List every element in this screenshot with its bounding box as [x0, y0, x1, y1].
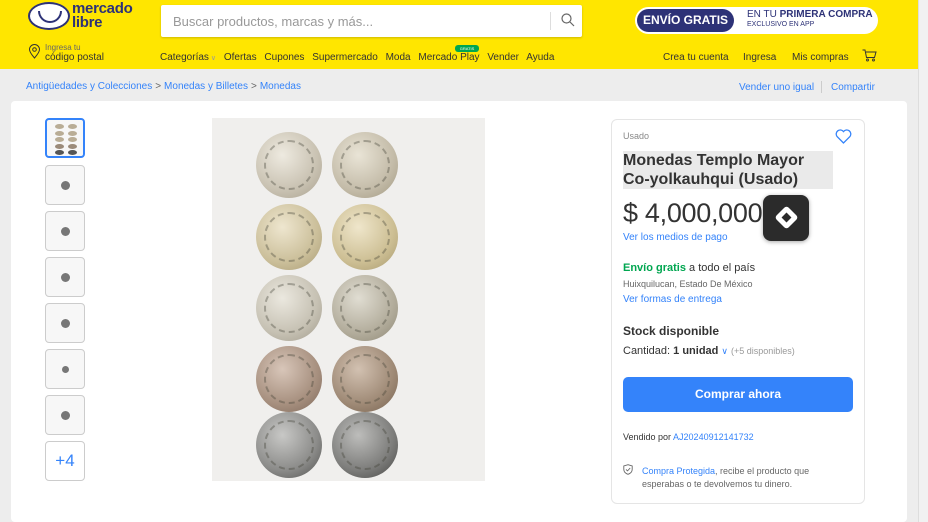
purchase-protection: Compra Protegida, recibe el producto que…	[642, 465, 842, 491]
buy-now-button[interactable]: Comprar ahora	[623, 377, 853, 412]
main-nav: Categorías ∨ Ofertas Cupones Supermercado…	[160, 52, 559, 66]
thumbnail-3[interactable]	[45, 211, 85, 251]
cart-icon[interactable]	[862, 49, 877, 62]
seller-link[interactable]: AJ20240912141732	[673, 432, 754, 442]
thumbnail-4[interactable]	[45, 257, 85, 297]
overlay-widget-icon[interactable]	[763, 195, 809, 241]
breadcrumb-item[interactable]: Monedas	[260, 81, 301, 92]
chevron-down-icon: ∨	[721, 346, 728, 356]
chevron-right-icon: >	[250, 81, 257, 92]
more-images-button[interactable]: +4	[45, 441, 85, 481]
coin-image	[256, 204, 322, 270]
shipping-scope: a todo el país	[685, 262, 756, 274]
promo-line1-prefix: EN TU	[747, 9, 780, 20]
coin-image	[332, 412, 398, 478]
heart-icon[interactable]	[835, 129, 852, 144]
coin-image	[332, 346, 398, 412]
shield-icon	[623, 464, 633, 475]
mercadolibre-logo[interactable]: mercado libre	[28, 1, 138, 36]
nav-ayuda[interactable]: Ayuda	[526, 52, 554, 63]
share-link[interactable]: Compartir	[831, 82, 875, 93]
nav-moda[interactable]: Moda	[386, 52, 411, 63]
thumbnail-1[interactable]	[45, 118, 85, 158]
search-box	[161, 5, 582, 37]
seller-info: Vendido por AJ20240912141732	[623, 432, 754, 442]
nav-mercado-play[interactable]: Mercado Play	[418, 52, 479, 63]
shipping-location: Huixquilucan, Estado De México	[623, 279, 753, 289]
coin-image	[256, 275, 322, 341]
shipping-info: Envío gratis a todo el país	[623, 262, 755, 274]
quantity-label: Cantidad:	[623, 345, 674, 357]
sell-similar-link[interactable]: Vender uno igual	[739, 82, 814, 93]
product-price: $ 4,000,000	[623, 198, 763, 228]
nav-vender[interactable]: Vender	[487, 52, 519, 63]
free-shipping-label: Envío gratis	[623, 262, 686, 274]
promo-free-shipping: ENVÍO GRATIS	[637, 9, 734, 32]
promo-line2: EXCLUSIVO EN APP	[747, 21, 815, 28]
thumbnail-5[interactable]	[45, 303, 85, 343]
promo-line1-bold: PRIMERA COMPRA	[779, 9, 873, 20]
payment-methods-link[interactable]: Ver los medios de pago	[623, 232, 728, 243]
gratis-badge: GRATIS	[455, 45, 479, 52]
thumbnail-2[interactable]	[45, 165, 85, 205]
coin-image	[256, 412, 322, 478]
create-account-link[interactable]: Crea tu cuenta	[663, 52, 729, 63]
quantity-value: 1 unidad	[673, 345, 719, 357]
product-title: Monedas Templo Mayor Co-yolkauhqui (Usad…	[623, 151, 833, 189]
thumbnail-6[interactable]	[45, 349, 85, 389]
coin-image	[332, 275, 398, 341]
stock-label: Stock disponible	[623, 324, 720, 338]
delivery-options-link[interactable]: Ver formas de entrega	[623, 294, 722, 305]
available-count: (+5 disponibles)	[730, 346, 795, 356]
chevron-right-icon: >	[155, 81, 162, 92]
protected-purchase-link[interactable]: Compra Protegida	[642, 466, 715, 476]
nav-ofertas[interactable]: Ofertas	[224, 52, 257, 63]
thumbnail-7[interactable]	[45, 395, 85, 435]
quantity-selector[interactable]: Cantidad: 1 unidad ∨ (+5 disponibles)	[623, 345, 795, 357]
divider	[821, 81, 822, 93]
search-input[interactable]	[173, 5, 543, 37]
nav-supermercado[interactable]: Supermercado	[312, 52, 378, 63]
breadcrumb: Antigüedades y Colecciones > Monedas y Bil…	[26, 81, 301, 92]
header: mercado libre ENVÍO GRATIS EN TU PRIMERA…	[0, 0, 918, 69]
seller-prefix: Vendido por	[623, 432, 674, 442]
location-pin-icon	[28, 44, 41, 59]
breadcrumb-item[interactable]: Monedas y Billetes	[164, 81, 248, 92]
coin-image	[256, 132, 322, 198]
coin-image	[256, 346, 322, 412]
search-divider	[550, 12, 551, 30]
condition-label: Usado	[623, 131, 650, 141]
my-purchases-link[interactable]: Mis compras	[792, 52, 849, 63]
handshake-icon	[28, 2, 70, 30]
main-product-image[interactable]	[212, 118, 485, 481]
breadcrumb-item[interactable]: Antigüedades y Colecciones	[26, 81, 152, 92]
location-label: Ingresa tu	[45, 43, 81, 52]
location-value: código postal	[45, 52, 104, 63]
nav-cupones[interactable]: Cupones	[264, 52, 304, 63]
coin-image	[332, 132, 398, 198]
login-link[interactable]: Ingresa	[743, 52, 776, 63]
logo-line2: libre	[72, 14, 103, 31]
search-icon[interactable]	[560, 12, 576, 28]
vertical-scrollbar[interactable]	[918, 0, 928, 522]
nav-categorias[interactable]: Categorías	[160, 52, 209, 63]
free-shipping-promo[interactable]: ENVÍO GRATIS EN TU PRIMERA COMPRA EXCLUS…	[635, 7, 878, 34]
chevron-down-icon: ∨	[210, 55, 217, 62]
coin-image	[332, 204, 398, 270]
